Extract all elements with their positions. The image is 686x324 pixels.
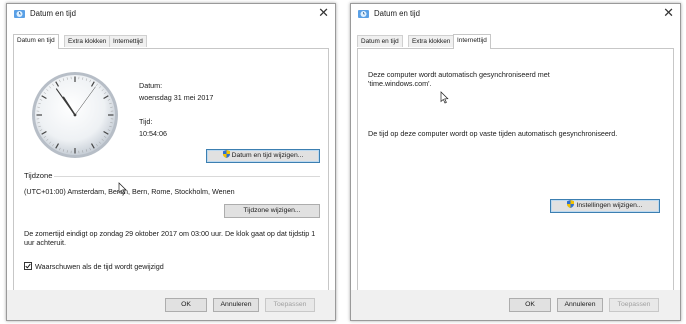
tab-panel: Deze computer wordt automatisch gesynchr…	[357, 48, 674, 291]
mouse-pointer-icon	[118, 182, 127, 195]
change-timezone-label: Tijdzone wijzigen...	[243, 207, 301, 214]
tab-panel: Datum: woensdag 31 mei 2017 Tijd: 10:54:…	[13, 48, 329, 291]
checkmark-icon	[25, 263, 31, 269]
change-settings-button[interactable]: Instellingen wijzigen...	[550, 199, 660, 213]
tab-datum-en-tijd[interactable]: Datum en tijd	[13, 34, 59, 49]
time-value: 10:54:06	[139, 129, 167, 138]
timezone-divider	[54, 176, 320, 177]
ok-button[interactable]: OK	[509, 298, 551, 312]
sync-status-text: Deze computer wordt automatisch gesynchr…	[368, 70, 550, 88]
datetime-dialog-right: Datum en tijd ✕ Datum en tijd Extra klok…	[350, 3, 681, 321]
change-timezone-button[interactable]: Tijdzone wijzigen...	[224, 204, 320, 218]
close-icon[interactable]: ✕	[663, 5, 674, 21]
date-label: Datum:	[139, 81, 163, 90]
ok-label: OK	[181, 301, 191, 308]
analog-clock	[32, 72, 118, 158]
tab-extra-klokken[interactable]: Extra klokken	[64, 35, 111, 47]
ok-button[interactable]: OK	[165, 298, 207, 312]
date-value: woensdag 31 mei 2017	[139, 93, 214, 102]
window-title: Datum en tijd	[30, 9, 76, 18]
close-icon[interactable]: ✕	[318, 5, 329, 21]
clock-app-icon	[14, 10, 25, 18]
time-label: Tijd:	[139, 117, 153, 126]
notify-checkbox[interactable]	[24, 262, 32, 270]
apply-button[interactable]: Toepassen	[265, 298, 315, 312]
dialog-footer: OK Annuleren Toepassen	[351, 290, 680, 320]
uac-shield-icon	[567, 200, 575, 208]
apply-button[interactable]: Toepassen	[609, 298, 659, 312]
mouse-pointer-icon	[440, 91, 449, 104]
tab-internettijd[interactable]: Internettijd	[109, 35, 147, 47]
datetime-dialog-left: Datum en tijd ✕ Datum en tijd Extra klok…	[6, 3, 336, 321]
cancel-button[interactable]: Annuleren	[557, 298, 603, 312]
title-bar[interactable]: Datum en tijd ✕	[351, 4, 680, 24]
clock-center	[73, 113, 77, 117]
timezone-heading: Tijdzone	[24, 171, 53, 180]
clock-app-icon	[358, 10, 369, 18]
cancel-label: Annuleren	[220, 301, 252, 308]
title-bar[interactable]: Datum en tijd ✕	[7, 4, 335, 24]
uac-shield-icon	[222, 150, 230, 158]
cancel-button[interactable]: Annuleren	[213, 298, 259, 312]
ok-label: OK	[525, 301, 535, 308]
sync-schedule-text: De tijd op deze computer wordt op vaste …	[368, 129, 618, 138]
dst-notice: De zomertijd eindigt op zondag 29 oktobe…	[24, 229, 316, 247]
change-datetime-button[interactable]: Datum en tijd wijzigen...	[206, 149, 320, 163]
dialog-footer: OK Annuleren Toepassen	[7, 290, 335, 320]
tab-extra-klokken[interactable]: Extra klokken	[408, 35, 455, 47]
notify-checkbox-label[interactable]: Waarschuwen als de tijd wordt gewijzigd	[35, 262, 164, 271]
tab-internettijd[interactable]: Internettijd	[453, 34, 491, 49]
timezone-value: (UTC+01:00) Amsterdam, Berlijn, Bern, Ro…	[24, 187, 235, 196]
apply-label: Toepassen	[617, 301, 651, 308]
cancel-label: Annuleren	[564, 301, 596, 308]
window-title: Datum en tijd	[374, 9, 420, 18]
tab-datum-en-tijd[interactable]: Datum en tijd	[357, 35, 403, 47]
apply-label: Toepassen	[273, 301, 307, 308]
change-settings-label: Instellingen wijzigen...	[576, 202, 643, 209]
change-datetime-label: Datum en tijd wijzigen...	[231, 152, 304, 159]
